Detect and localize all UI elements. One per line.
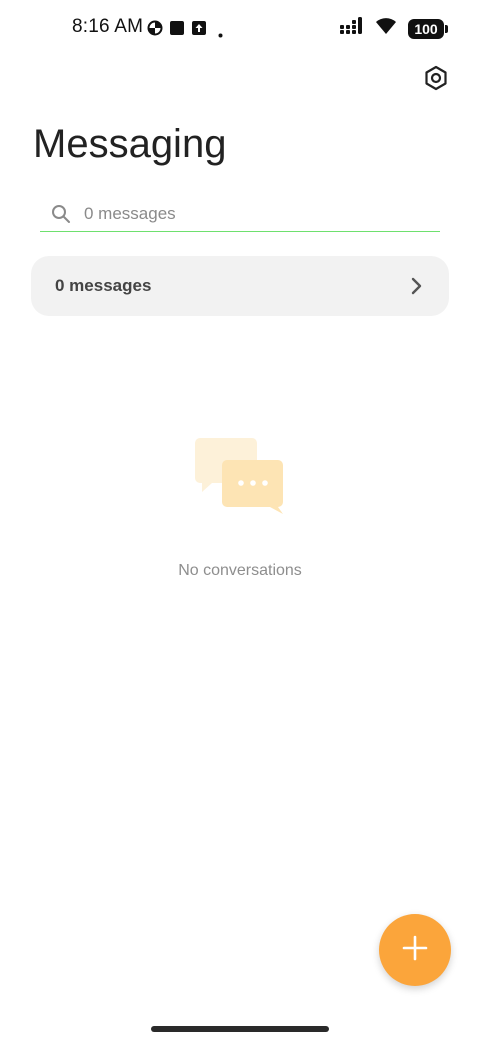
search-input[interactable] xyxy=(82,202,406,225)
upload-notification-icon xyxy=(191,20,207,41)
data-saver-icon xyxy=(147,20,163,41)
messaging-screen: 8:16 AM 100 Messaging 0 messages 0 messa… xyxy=(0,0,480,1040)
chat-bubbles-icon xyxy=(190,432,290,522)
status-time: 8:16 AM xyxy=(72,16,144,37)
home-indicator[interactable] xyxy=(151,1026,329,1032)
new-conversation-button[interactable] xyxy=(379,914,451,986)
chevron-right-icon xyxy=(409,276,425,296)
plus-icon xyxy=(401,934,429,967)
empty-state-text: No conversations xyxy=(178,562,302,579)
signal-icon xyxy=(340,17,364,40)
search-bar[interactable] xyxy=(40,196,440,232)
status-bar: 8:16 AM 100 xyxy=(0,0,480,56)
battery-level: 100 xyxy=(414,20,438,37)
settings-button[interactable] xyxy=(420,64,452,96)
settings-hex-icon xyxy=(423,65,449,96)
square-notification-icon xyxy=(169,20,185,41)
wifi-icon xyxy=(374,16,398,41)
page-title: Messaging xyxy=(33,122,227,166)
search-icon xyxy=(50,203,72,225)
status-right-group: 100 xyxy=(340,16,448,41)
dot-icon xyxy=(218,25,223,43)
messages-card-label: 0 messages xyxy=(55,276,152,295)
battery-icon: 100 xyxy=(408,18,448,39)
messages-card[interactable]: 0 messages xyxy=(31,256,449,316)
